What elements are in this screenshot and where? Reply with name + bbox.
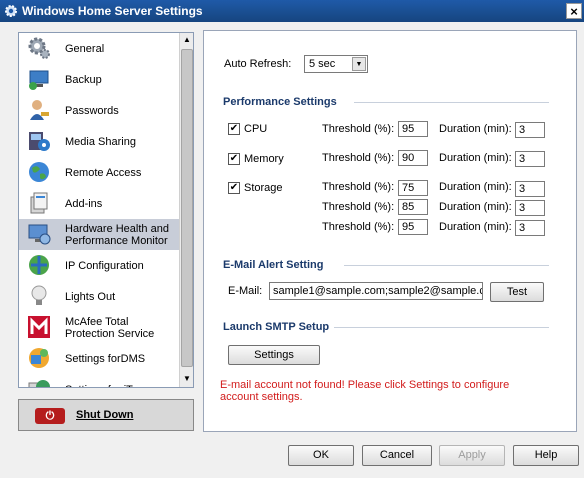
network-icon [29,255,49,275]
sidebar-item-label: Settings for iTunes [65,374,179,388]
email-label: E-Mail: [228,285,263,297]
scroll-down-icon[interactable]: ▼ [181,373,193,385]
sidebar-item-passwords[interactable]: Passwords [19,95,179,126]
storage-duration-input-1[interactable]: 3 [515,181,545,197]
help-button[interactable]: Help [513,445,579,466]
auto-refresh-value: 5 sec [309,58,336,70]
itunes-icon [28,380,50,387]
auto-refresh-label: Auto Refresh: [224,58,292,70]
shut-down-button[interactable]: ⏻ Shut Down [18,399,194,431]
scroll-up-icon[interactable]: ▲ [181,34,193,46]
mcafee-icon [28,316,50,338]
storage-threshold-input-3[interactable]: 95 [398,219,428,235]
sidebar-item-label: Lights Out [65,290,116,303]
title-bar: Windows Home Server Settings × [0,0,584,22]
storage-label: Storage [244,182,283,194]
sidebar-item-media-sharing[interactable]: Media Sharing [19,126,179,157]
sidebar-item-label: Hardware Health and Performance Monitor [65,222,169,247]
cancel-button[interactable]: Cancel [362,445,432,466]
auto-refresh-select[interactable]: 5 sec ▼ [304,55,368,73]
storage-duration-input-3[interactable]: 3 [515,220,545,236]
power-icon: ⏻ [35,408,65,424]
media-icon [29,132,50,151]
threshold-label: Threshold (%): [322,152,395,164]
sidebar-item-settings-itunes[interactable]: Settings for iTunes [19,374,179,388]
sidebar-scrollbar[interactable]: ▲ ▼ [179,33,193,387]
monitor-icon [28,224,51,245]
chevron-down-icon[interactable]: ▼ [352,57,366,71]
window-title: Windows Home Server Settings [22,4,203,18]
email-input[interactable]: sample1@sample.com;sample2@sample.com [269,282,483,300]
settings-gear-icon [5,5,17,17]
sidebar-item-general[interactable]: General [19,33,179,64]
sidebar-item-label: McAfee Total Protection Service [65,315,155,340]
storage-checkbox[interactable]: ✔ [228,182,240,194]
sidebar-item-remote-access[interactable]: Remote Access [19,157,179,188]
threshold-label: Threshold (%): [322,221,395,233]
cpu-label: CPU [244,123,268,135]
test-button[interactable]: Test [490,282,544,302]
performance-settings-title: Performance Settings [223,96,337,108]
cpu-threshold-input[interactable]: 95 [398,121,428,137]
section-divider [344,265,549,266]
error-message: E-mail account not found! Please click S… [220,379,510,403]
sidebar-item-label: IP Configuration [65,259,144,272]
dms-icon [29,348,49,368]
ok-button[interactable]: OK [288,445,354,466]
smtp-settings-button[interactable]: Settings [228,345,320,365]
sidebar-item-label: Media Sharing [65,135,136,148]
backup-icon [29,70,49,90]
memory-checkbox[interactable]: ✔ [228,153,240,165]
duration-label: Duration (min): [439,181,512,193]
duration-label: Duration (min): [439,201,512,213]
threshold-label: Threshold (%): [322,181,395,193]
cpu-duration-input[interactable]: 3 [515,122,545,138]
sidebar-item-label: General [65,42,105,55]
apply-button[interactable]: Apply [439,445,505,466]
memory-threshold-input[interactable]: 90 [398,150,428,166]
close-button[interactable]: × [566,3,582,19]
sidebar-list: General Backup Passwords Media Sharing R… [19,33,179,388]
memory-label: Memory [244,153,284,165]
duration-label: Duration (min): [439,152,512,164]
scroll-thumb[interactable] [181,49,193,367]
sidebar-item-backup[interactable]: Backup [19,64,179,95]
storage-threshold-input-2[interactable]: 85 [398,199,428,215]
storage-threshold-input-1[interactable]: 75 [398,180,428,196]
memory-duration-input[interactable]: 3 [515,151,545,167]
sidebar-item-label: Passwords [65,104,119,117]
sidebar-item-label: Remote Access [65,166,142,179]
sidebar-item-ip-configuration[interactable]: IP Configuration [19,250,179,281]
sidebar-item-label: Backup [65,73,102,86]
sidebar-item-settings-dms[interactable]: Settings forDMS [19,343,179,374]
smtp-title: Launch SMTP Setup [223,321,330,333]
shut-down-label: Shut Down [76,409,134,421]
duration-label: Duration (min): [439,221,512,233]
sidebar-item-label: Add-ins [65,197,103,210]
cpu-checkbox[interactable]: ✔ [228,123,240,135]
duration-label: Duration (min): [439,123,512,135]
email-alert-title: E-Mail Alert Setting [223,259,324,271]
sidebar-item-lights-out[interactable]: Lights Out [19,281,179,312]
gear-icon [28,37,50,59]
settings-panel: Auto Refresh: 5 sec ▼ Performance Settin… [203,30,577,432]
threshold-label: Threshold (%): [322,201,395,213]
sidebar-item-mcafee[interactable]: McAfee Total Protection Service [19,312,179,343]
sidebar-item-hardware-health[interactable]: Hardware Health and Performance Monitor [19,219,179,250]
section-divider [354,102,549,103]
sidebar-item-label: Settings forDMS [65,352,146,365]
section-divider [334,327,549,328]
globe-icon [29,162,49,182]
storage-duration-input-2[interactable]: 3 [515,200,545,216]
threshold-label: Threshold (%): [322,123,395,135]
addin-icon [30,192,48,214]
sidebar-item-add-ins[interactable]: Add-ins [19,188,179,219]
sidebar: General Backup Passwords Media Sharing R… [18,32,194,388]
bulb-icon [31,285,47,305]
user-key-icon [30,100,49,120]
